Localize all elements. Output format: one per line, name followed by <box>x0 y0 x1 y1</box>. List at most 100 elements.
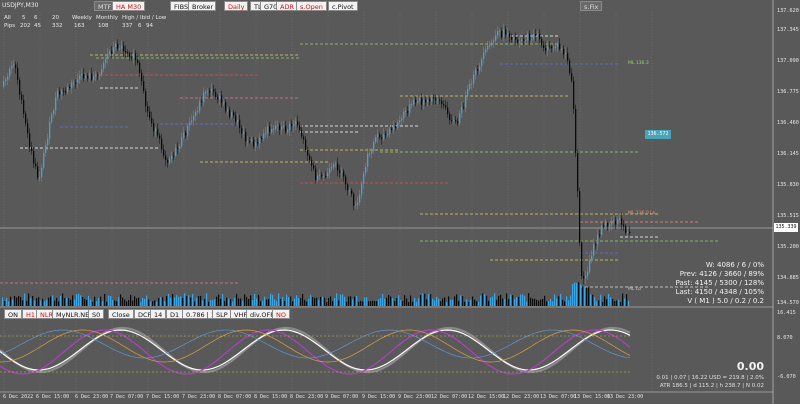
volume-bar <box>486 295 488 306</box>
candle-body <box>361 183 363 195</box>
volume-bar <box>442 298 444 306</box>
ml-lo-label: ML 136.0 Lo <box>628 211 656 216</box>
volume-bar <box>50 296 52 306</box>
s-fix-button[interactable]: s.Fix <box>580 1 603 11</box>
candle-body <box>463 106 465 108</box>
c-pivot-button[interactable]: c.Pivot <box>328 1 358 11</box>
volume-bar <box>20 296 22 306</box>
volume-bar <box>370 301 372 306</box>
candle-body <box>369 153 371 155</box>
candle-body <box>73 82 75 84</box>
slp-button[interactable]: SLP <box>212 309 232 319</box>
time-tick: 12 Dec 23:00 <box>503 394 540 400</box>
volume-bar <box>42 298 44 306</box>
volume-bar <box>212 299 214 306</box>
candle-body <box>561 48 563 50</box>
volume-bar <box>412 301 414 306</box>
candle-body <box>57 91 59 98</box>
d1-button[interactable]: D1 <box>166 309 184 319</box>
broker-button[interactable]: Broker <box>188 1 216 11</box>
volume-bar <box>474 299 476 306</box>
volume-bar <box>266 299 268 306</box>
candle-body <box>193 115 195 121</box>
volume-bar <box>242 300 244 306</box>
no-button[interactable]: NO <box>272 309 290 319</box>
adr-button[interactable]: ADR <box>276 1 298 11</box>
volume-bar <box>44 301 46 306</box>
close-button[interactable]: Close <box>108 309 134 319</box>
volume-bar <box>6 298 8 306</box>
candle-body <box>617 219 619 225</box>
volume-bar <box>258 294 260 306</box>
volume-bar <box>366 297 368 306</box>
candle-body <box>381 137 383 139</box>
candle-body <box>121 45 123 49</box>
candle-body <box>271 129 273 133</box>
period-14-button[interactable]: 14 <box>150 309 167 319</box>
osc-value-big: 0.00 <box>736 360 764 373</box>
volume-bar <box>490 297 492 306</box>
candle-body <box>175 147 177 157</box>
candle-body <box>117 43 119 49</box>
candle-body <box>249 140 251 142</box>
volume-bar <box>420 295 422 306</box>
candle-body <box>599 234 601 236</box>
volume-bar <box>584 286 586 306</box>
on-button[interactable]: ON <box>4 309 22 319</box>
candle-body <box>299 124 301 131</box>
volume-bar <box>494 293 496 306</box>
volume-bar <box>182 298 184 306</box>
candle-body <box>115 43 117 48</box>
s-open-button[interactable]: s.Open <box>296 1 327 11</box>
volume-bar <box>88 295 90 306</box>
candle-body <box>63 90 65 92</box>
volume-bar <box>116 301 118 306</box>
s0-button[interactable]: S0 <box>88 309 105 319</box>
volume-bar <box>368 301 370 306</box>
volume-bar <box>464 301 466 306</box>
volume-bar <box>4 300 6 306</box>
candle-body <box>451 119 453 121</box>
adr-hdr-5: 5 <box>22 15 26 21</box>
volume-bar <box>598 300 600 306</box>
candle-body <box>595 244 597 246</box>
price-axis-top: 137.620 <box>777 8 799 14</box>
adr-cell: 337 <box>122 23 133 29</box>
volume-bar <box>40 300 42 306</box>
volume-bar <box>424 293 426 306</box>
volume-bar <box>432 298 434 306</box>
candle-body <box>497 30 499 36</box>
candle-body <box>107 53 109 59</box>
candle-body <box>131 56 133 59</box>
candle-body <box>179 146 181 149</box>
volume-bar <box>22 300 24 306</box>
volume-bar <box>244 294 246 306</box>
volume-bar <box>272 294 274 306</box>
candle-body <box>609 224 611 227</box>
volume-bar <box>468 301 470 306</box>
volume-bar <box>454 296 456 306</box>
volume-bar <box>492 296 494 306</box>
candle-body <box>431 97 433 102</box>
candle-body <box>21 94 23 100</box>
candle-body <box>81 73 83 76</box>
candle-body <box>5 79 7 82</box>
candle-body <box>377 134 379 138</box>
volume-bar <box>320 296 322 306</box>
ha-m30-button[interactable]: HA M30 <box>112 1 146 11</box>
volume-bar <box>98 297 100 306</box>
candle-body <box>597 234 599 245</box>
candle-body <box>613 220 615 222</box>
candle-body <box>11 65 13 69</box>
candle-body <box>611 221 613 225</box>
volume-bar <box>606 299 608 306</box>
daily-button[interactable]: Daily <box>224 1 249 11</box>
volume-bar <box>184 293 186 306</box>
volume-bar <box>626 294 628 306</box>
price-chart[interactable] <box>0 0 800 404</box>
volume-bar <box>274 299 276 306</box>
candle-body <box>571 73 573 81</box>
candle-body <box>623 224 625 227</box>
candle-body <box>515 36 517 40</box>
volume-bar <box>30 298 32 306</box>
